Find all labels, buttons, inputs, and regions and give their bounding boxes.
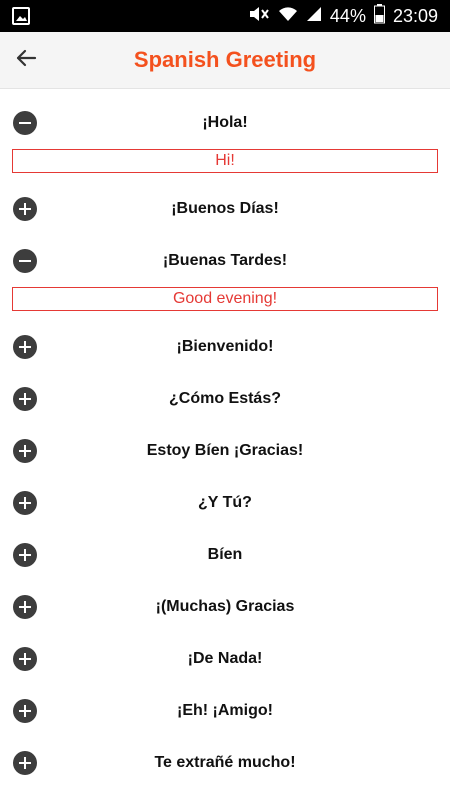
phrase-row[interactable]: Estoy Bíen ¡Gracias! (0, 425, 450, 477)
gallery-icon (12, 7, 30, 30)
translation-box: Good evening! (12, 287, 438, 311)
phrase-text: ¡(Muchas) Gracias (155, 598, 295, 615)
expand-icon[interactable] (13, 751, 37, 775)
expand-icon[interactable] (13, 491, 37, 515)
phrase-text: ¿Y Tú? (198, 494, 252, 511)
phrase-text: ¡Buenas Tardes! (162, 252, 288, 269)
expand-icon[interactable] (13, 335, 37, 359)
expand-icon[interactable] (13, 699, 37, 723)
phrase-row[interactable]: ¿Y Tú? (0, 477, 450, 529)
phrase-row[interactable]: Bíen (0, 529, 450, 581)
phrase-list: ¡Hola! Hi! ¡Buenos Días! ¡Buenas Tardes! Goo… (0, 97, 450, 789)
phrase-text: Bíen (207, 546, 243, 563)
phrase-text: ¡Bienvenido! (176, 338, 274, 355)
phrase-row[interactable]: ¡De Nada! (0, 633, 450, 685)
page-title: Spanish Greeting (133, 47, 317, 72)
arrow-back-icon (14, 46, 38, 75)
phrase-text: ¡Eh! ¡Amigo! (177, 702, 273, 719)
expand-icon[interactable] (13, 439, 37, 463)
expand-icon[interactable] (13, 595, 37, 619)
battery-percent: 44% (329, 5, 366, 26)
translation-box: Hi! (12, 149, 438, 173)
phrase-row[interactable]: ¿Cómo Estás? (0, 373, 450, 425)
collapse-icon[interactable] (13, 111, 37, 135)
phrase-text: Te extrañé mucho! (154, 754, 296, 771)
expand-icon[interactable] (13, 197, 37, 221)
phrase-row[interactable]: ¡Hola! (0, 97, 450, 149)
expand-icon[interactable] (13, 647, 37, 671)
collapse-icon[interactable] (13, 249, 37, 273)
wifi-icon (278, 5, 298, 28)
app-bar: Spanish Greeting (0, 32, 450, 89)
phrase-row[interactable]: ¡Buenas Tardes! (0, 235, 450, 287)
expand-icon[interactable] (13, 543, 37, 567)
signal-icon (306, 5, 322, 28)
mute-icon (248, 5, 270, 28)
phrase-text: ¡Hola! (202, 114, 248, 131)
battery-icon (373, 3, 385, 29)
phrase-row[interactable]: ¡(Muchas) Gracias (0, 581, 450, 633)
clock: 23:09 (392, 5, 438, 26)
phrase-text: ¿Cómo Estás? (168, 390, 281, 407)
phrase-row[interactable]: ¡Eh! ¡Amigo! (0, 685, 450, 737)
status-bar: 44% 23:09 (0, 0, 450, 32)
phrase-row[interactable]: ¡Buenos Días! (0, 183, 450, 235)
phrase-row[interactable]: ¡Bienvenido! (0, 321, 450, 373)
phrase-row[interactable]: Te extrañé mucho! (0, 737, 450, 789)
phrase-text: ¡De Nada! (187, 650, 263, 667)
status-right: 44% 23:09 (248, 0, 438, 32)
back-button[interactable] (6, 40, 46, 80)
phrase-text: ¡Buenos Días! (171, 200, 279, 217)
expand-icon[interactable] (13, 387, 37, 411)
phrase-text: Estoy Bíen ¡Gracias! (146, 442, 304, 459)
